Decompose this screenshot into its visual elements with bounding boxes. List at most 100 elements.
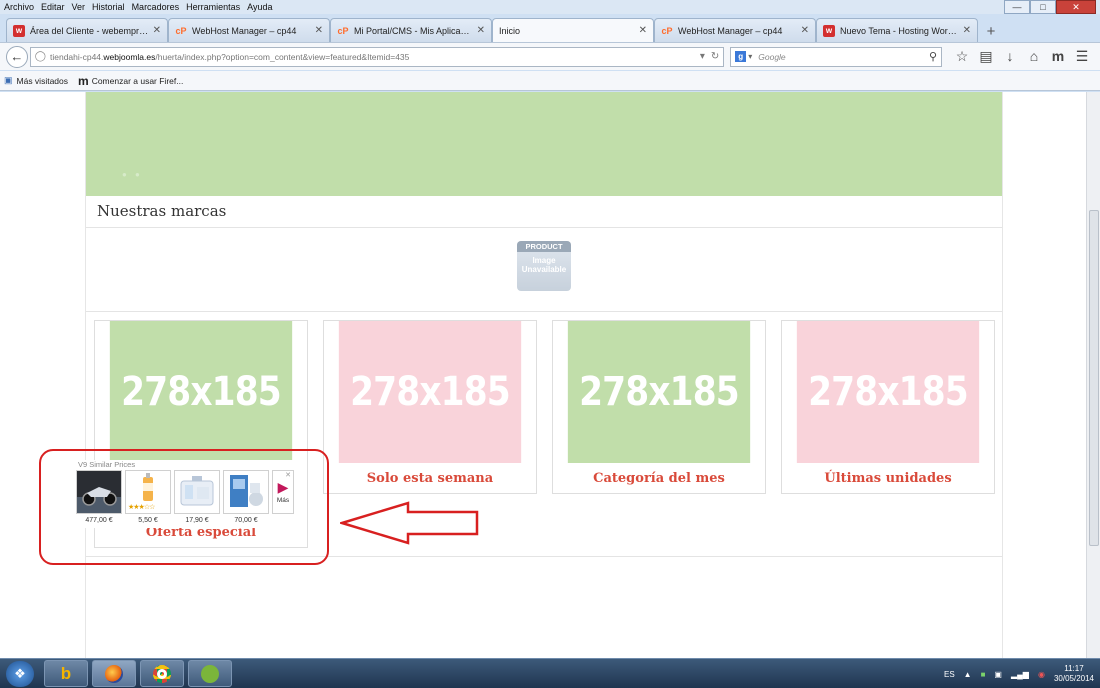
globe-icon: ◯ <box>34 51 46 62</box>
url-text: tiendahi-cp44.webjoomla.es/huerta/index.… <box>49 51 410 62</box>
window-controls: — □ ✕ <box>1004 0 1096 14</box>
home-icon[interactable]: ⌂ <box>1022 48 1046 65</box>
card-placeholder-image[interactable]: 278x185 <box>796 321 980 463</box>
menu-editar[interactable]: Editar <box>41 2 65 12</box>
page-container: ● ● Nuestras marcas PRODUCT Image Unavail… <box>85 92 1003 658</box>
card-placeholder-image[interactable]: 278x185 <box>567 321 751 463</box>
language-indicator[interactable]: ES <box>944 670 955 679</box>
menu-marcadores[interactable]: Marcadores <box>132 2 180 12</box>
bing-icon: b <box>60 663 72 683</box>
menu-archivo[interactable]: Archivo <box>4 2 34 12</box>
tab-title: WebHost Manager – cp44 <box>192 25 297 36</box>
close-tab-icon[interactable]: ✕ <box>315 25 323 36</box>
scrollbar-thumb[interactable] <box>1089 210 1099 546</box>
slider-dots[interactable]: ● ● <box>122 170 143 179</box>
tab-webhost-manager-2[interactable]: cP WebHost Manager – cp44 ✕ <box>654 18 816 42</box>
page-viewport: ● ● Nuestras marcas PRODUCT Image Unavail… <box>0 92 1086 658</box>
tab-title: WebHost Manager – cp44 <box>678 25 783 36</box>
menu-bar: Archivo Editar Ver Historial Marcadores … <box>0 0 1100 14</box>
tab-nuevo-tema[interactable]: w Nuevo Tema - Hosting WordPres... ✕ <box>816 18 978 42</box>
menu-icon[interactable]: ☰ <box>1070 48 1094 65</box>
navigation-bar: ← ◯ tiendahi-cp44.webjoomla.es/huerta/in… <box>0 42 1100 70</box>
tray-device-icon[interactable]: ▣ <box>994 670 1002 679</box>
close-tab-icon[interactable]: ✕ <box>801 25 809 36</box>
windows-taskbar: ❖ b ES ▲ ■ ▣ ▂▄▆ ◉ 11:17 30/05/2014 <box>0 658 1100 688</box>
taskbar-firefox[interactable] <box>92 660 136 687</box>
close-window-button[interactable]: ✕ <box>1056 0 1096 14</box>
bookmark-mas-visitados[interactable]: ▣ Más visitados <box>4 75 68 86</box>
webempresa-icon: w <box>13 24 25 37</box>
tab-area-cliente[interactable]: w Área del Cliente - webempresa.co... ✕ <box>6 18 168 42</box>
annotation-highlight-box <box>39 449 329 565</box>
spotify-icon <box>201 664 219 683</box>
close-tab-icon[interactable]: ✕ <box>963 25 971 36</box>
start-button[interactable]: ❖ <box>6 661 34 687</box>
url-bar[interactable]: ◯ tiendahi-cp44.webjoomla.es/huerta/inde… <box>29 46 725 67</box>
tab-title: Área del Cliente - webempresa.co... <box>30 25 149 36</box>
tray-expand-icon[interactable]: ▲ <box>964 670 972 679</box>
taskbar-bing[interactable]: b <box>44 660 88 687</box>
maximize-button[interactable]: □ <box>1030 0 1056 14</box>
minimize-button[interactable]: — <box>1004 0 1030 14</box>
tab-mi-portal[interactable]: cP Mi Portal/CMS - Mis Aplicaciones... ✕ <box>330 18 492 42</box>
close-tab-icon[interactable]: ✕ <box>153 25 161 36</box>
vertical-scrollbar[interactable] <box>1086 92 1100 658</box>
tray-app-icon[interactable]: ■ <box>981 670 986 679</box>
close-tab-icon[interactable]: ✕ <box>639 25 647 36</box>
menu-ver[interactable]: Ver <box>72 2 86 12</box>
taskbar-chrome[interactable] <box>140 660 184 687</box>
card-solo-esta-semana[interactable]: 278x185 Solo esta semana <box>323 320 537 494</box>
tab-webhost-manager[interactable]: cP WebHost Manager – cp44 ✕ <box>168 18 330 42</box>
volume-muted-icon[interactable]: ◉ <box>1038 670 1045 679</box>
bookmark-folder-icon: ▣ <box>4 75 13 85</box>
card-placeholder-image[interactable]: 278x185 <box>109 321 293 463</box>
cpanel-icon: cP <box>337 25 349 36</box>
search-placeholder: Google <box>758 51 786 62</box>
menu-ayuda[interactable]: Ayuda <box>247 2 272 12</box>
close-tab-icon[interactable]: ✕ <box>477 25 485 36</box>
back-button[interactable]: ← <box>6 45 28 68</box>
taskbar-spotify[interactable] <box>188 660 232 687</box>
clipboard-icon[interactable]: ▤ <box>974 48 998 65</box>
google-icon[interactable]: g <box>735 51 747 62</box>
tab-bar: w Área del Cliente - webempresa.co... ✕ … <box>0 16 1100 42</box>
reload-icon[interactable]: ↻ <box>711 51 719 62</box>
card-caption[interactable]: Últimas unidades <box>782 463 994 493</box>
chrome-icon <box>153 664 171 683</box>
dropdown-icon[interactable]: ▾ <box>700 51 705 62</box>
chevron-down-icon[interactable]: ▾ <box>748 52 752 61</box>
new-tab-button[interactable]: + <box>980 20 1002 42</box>
search-bar[interactable]: g ▾ Google ⚲ <box>730 46 942 67</box>
card-placeholder-image[interactable]: 278x185 <box>338 321 522 463</box>
download-icon[interactable]: ↓ <box>998 48 1022 65</box>
m-icon[interactable]: m <box>1046 48 1070 65</box>
tab-title: Mi Portal/CMS - Mis Aplicaciones... <box>354 25 473 36</box>
brands-heading: Nuestras marcas <box>97 202 227 220</box>
clock[interactable]: 11:17 30/05/2014 <box>1054 664 1094 684</box>
system-tray: ES ▲ ■ ▣ ▂▄▆ ◉ 11:17 30/05/2014 <box>944 659 1100 688</box>
tab-title: Nuevo Tema - Hosting WordPres... <box>840 25 959 36</box>
firefox-icon <box>105 664 123 683</box>
menu-herramientas[interactable]: Herramientas <box>186 2 240 12</box>
card-caption[interactable]: Categoría del mes <box>553 463 765 493</box>
signal-icon[interactable]: ▂▄▆ <box>1011 670 1029 679</box>
search-icon[interactable]: ⚲ <box>929 50 937 63</box>
card-ultimas-unidades[interactable]: 278x185 Últimas unidades <box>781 320 995 494</box>
toolbar-icons: ☆ ▤ ↓ ⌂ m ☰ <box>950 48 1094 65</box>
bookmarks-bar: ▣ Más visitados m Comenzar a usar Firef.… <box>0 71 1100 91</box>
card-caption[interactable]: Solo esta semana <box>324 463 536 493</box>
divider <box>86 311 1002 312</box>
tab-inicio[interactable]: Inicio ✕ <box>492 18 654 42</box>
cpanel-icon: cP <box>661 25 673 36</box>
divider <box>86 227 1002 228</box>
tab-title: Inicio <box>499 25 521 36</box>
product-image-unavailable[interactable]: PRODUCT Image Unavailable <box>517 241 571 291</box>
bookmark-star-icon[interactable]: ☆ <box>950 48 974 65</box>
cpanel-icon: cP <box>175 25 187 36</box>
card-categoria-del-mes[interactable]: 278x185 Categoría del mes <box>552 320 766 494</box>
menu-historial[interactable]: Historial <box>92 2 125 12</box>
annotation-arrow-icon <box>340 501 479 545</box>
slider-banner: ● ● <box>86 92 1002 196</box>
webempresa-icon: w <box>823 24 835 37</box>
bookmark-comenzar[interactable]: m Comenzar a usar Firef... <box>78 74 183 88</box>
